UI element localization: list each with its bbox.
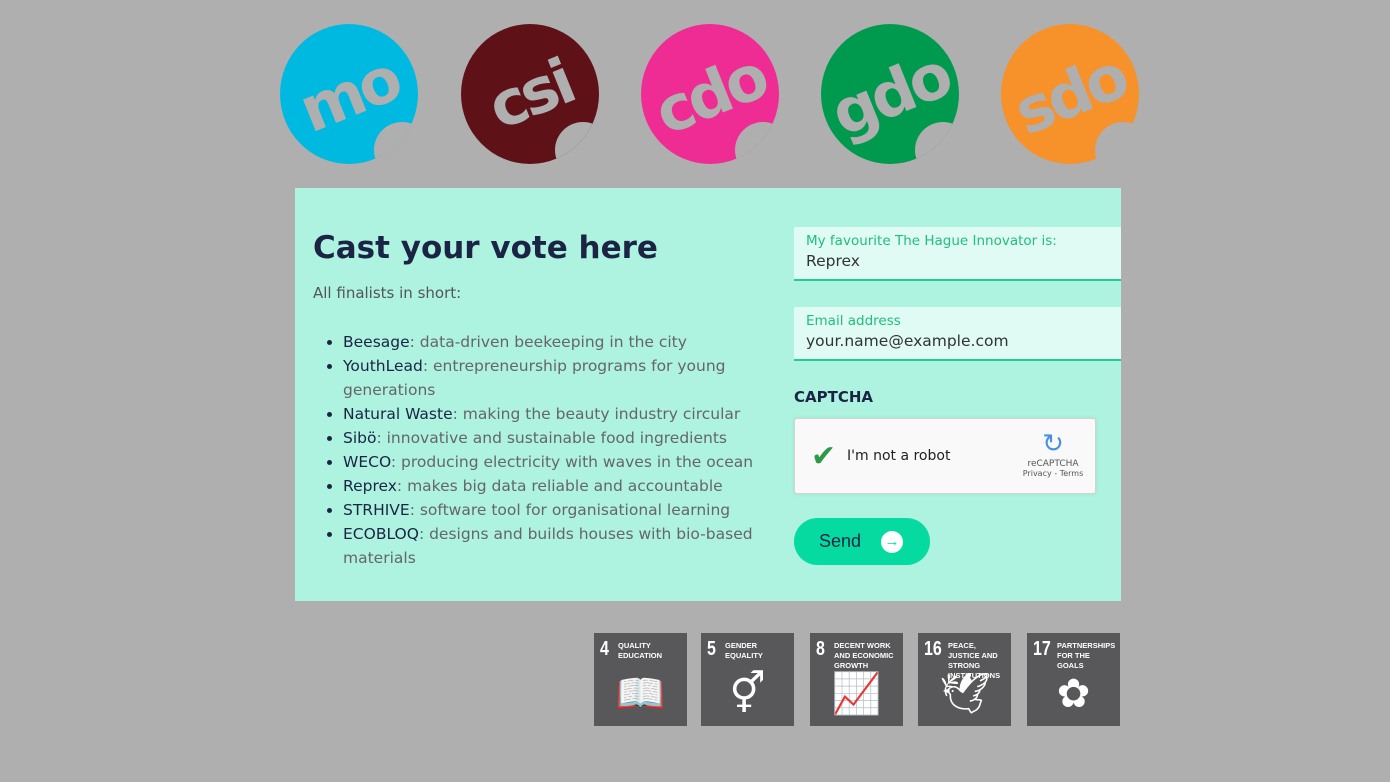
book-icon: 📖 <box>615 671 666 717</box>
list-item: STRHIVE: software tool for organisationa… <box>343 498 773 522</box>
sdg-17: 17 PARTNERSHIPS FOR THE GOALS ✿ <box>1027 633 1120 726</box>
list-item: YouthLead: entrepreneurship programs for… <box>343 354 773 402</box>
logo-sdo[interactable]: sdo <box>1001 24 1139 164</box>
arrow-right-icon: → <box>881 530 904 553</box>
sdg-16: 16 PEACE, JUSTICE AND STRONG INSTITUTIONS… <box>918 633 1011 726</box>
sdg-8: 8 DECENT WORK AND ECONOMIC GROWTH 📈 <box>810 633 903 726</box>
page-title: Cast your vote here <box>313 230 658 266</box>
email-field[interactable]: Email address your.name@example.com <box>794 307 1121 361</box>
list-item: Sibö: innovative and sustainable food in… <box>343 426 773 450</box>
finalists-list: Beesage: data-driven beekeeping in the c… <box>343 330 773 570</box>
favourite-value: Reprex <box>806 252 860 270</box>
partner-logos: mo csi cdo gdo sdo <box>280 24 1140 164</box>
email-input[interactable]: your.name@example.com <box>806 332 1109 350</box>
sdg-4: 4 QUALITY EDUCATION 📖 <box>594 633 687 726</box>
list-item: Reprex: makes big data reliable and acco… <box>343 474 773 498</box>
intro-text: All finalists in short: <box>313 284 462 302</box>
list-item: WECO: producing electricity with waves i… <box>343 450 773 474</box>
send-button[interactable]: Send → <box>794 518 930 565</box>
growth-chart-icon: 📈 <box>831 671 882 717</box>
favourite-select[interactable]: My favourite The Hague Innovator is: Rep… <box>794 227 1121 281</box>
vote-panel: Cast your vote here All finalists in sho… <box>295 188 1121 601</box>
captcha-title: CAPTCHA <box>794 388 874 406</box>
list-item: Beesage: data-driven beekeeping in the c… <box>343 330 773 354</box>
logo-cdo[interactable]: cdo <box>641 24 779 164</box>
checkmark-icon[interactable]: ✔ <box>811 439 836 474</box>
list-item: Natural Waste: making the beauty industr… <box>343 402 773 426</box>
rings-icon: ✿ <box>1056 671 1091 717</box>
recaptcha-widget[interactable]: ✔ I'm not a robot ↻ reCAPTCHA Privacy - … <box>794 418 1096 494</box>
logo-gdo[interactable]: gdo <box>821 24 959 164</box>
privacy-terms-links[interactable]: Privacy - Terms <box>1021 469 1085 478</box>
logo-csi[interactable]: csi <box>461 24 599 164</box>
recaptcha-icon: ↻ <box>1042 429 1064 459</box>
logo-mo[interactable]: mo <box>280 24 418 164</box>
list-item: ECOBLOQ: designs and builds houses with … <box>343 522 773 570</box>
sdg-5: 5 GENDER EQUALITY ⚥ <box>701 633 794 726</box>
gender-icon: ⚥ <box>729 671 766 717</box>
dove-icon: 🕊 <box>939 671 990 717</box>
